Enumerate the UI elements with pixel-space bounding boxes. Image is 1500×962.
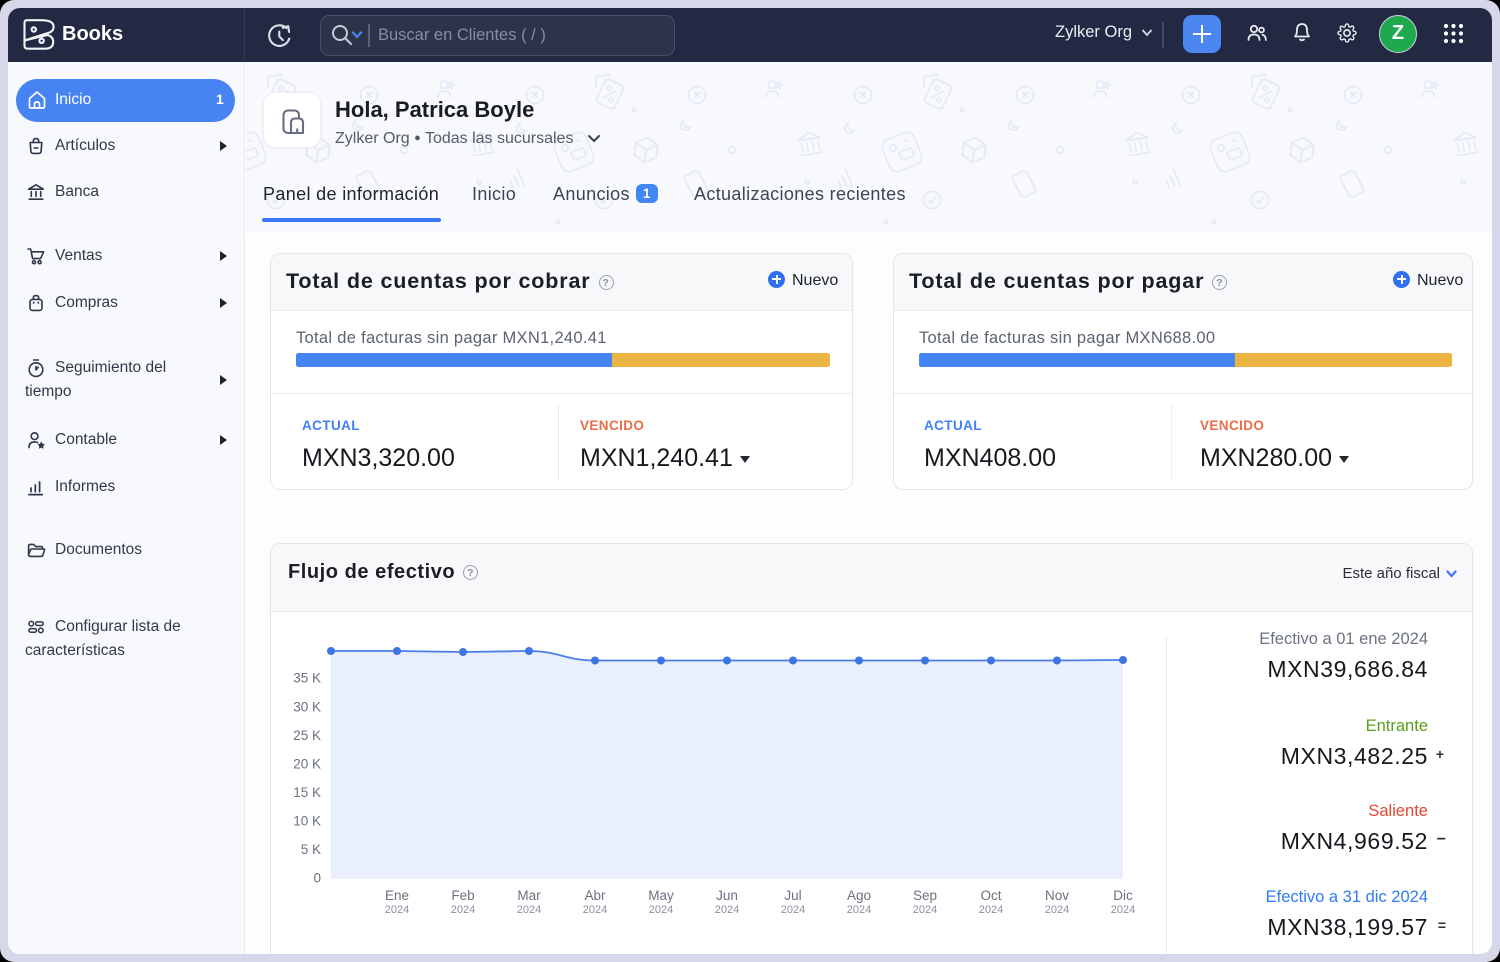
svg-text:2024: 2024 xyxy=(913,904,937,916)
svg-text:35 K: 35 K xyxy=(293,671,321,686)
svg-text:Feb: Feb xyxy=(451,888,474,903)
svg-text:Dic: Dic xyxy=(1113,888,1133,903)
svg-text:10 K: 10 K xyxy=(293,814,321,829)
svg-text:Sep: Sep xyxy=(913,888,937,903)
svg-text:Abr: Abr xyxy=(584,888,606,903)
svg-text:20 K: 20 K xyxy=(293,757,321,772)
svg-text:Nov: Nov xyxy=(1045,888,1069,903)
svg-text:25 K: 25 K xyxy=(293,728,321,743)
svg-text:2024: 2024 xyxy=(649,904,673,916)
svg-text:2024: 2024 xyxy=(847,904,871,916)
svg-text:2024: 2024 xyxy=(451,904,475,916)
svg-text:2024: 2024 xyxy=(979,904,1003,916)
svg-text:Jun: Jun xyxy=(716,888,738,903)
svg-text:Mar: Mar xyxy=(517,888,541,903)
svg-text:2024: 2024 xyxy=(517,904,541,916)
svg-text:0: 0 xyxy=(313,871,321,886)
svg-text:5 K: 5 K xyxy=(301,842,321,857)
svg-text:Ene: Ene xyxy=(385,888,409,903)
svg-text:2024: 2024 xyxy=(1111,904,1135,916)
svg-text:2024: 2024 xyxy=(583,904,607,916)
svg-text:15 K: 15 K xyxy=(293,785,321,800)
svg-text:2024: 2024 xyxy=(385,904,409,916)
svg-text:Jul: Jul xyxy=(784,888,801,903)
svg-text:Ago: Ago xyxy=(847,888,871,903)
svg-text:2024: 2024 xyxy=(781,904,805,916)
svg-text:Oct: Oct xyxy=(980,888,1001,903)
svg-text:2024: 2024 xyxy=(715,904,739,916)
svg-text:2024: 2024 xyxy=(1045,904,1069,916)
svg-text:May: May xyxy=(648,888,674,903)
svg-text:30 K: 30 K xyxy=(293,700,321,715)
